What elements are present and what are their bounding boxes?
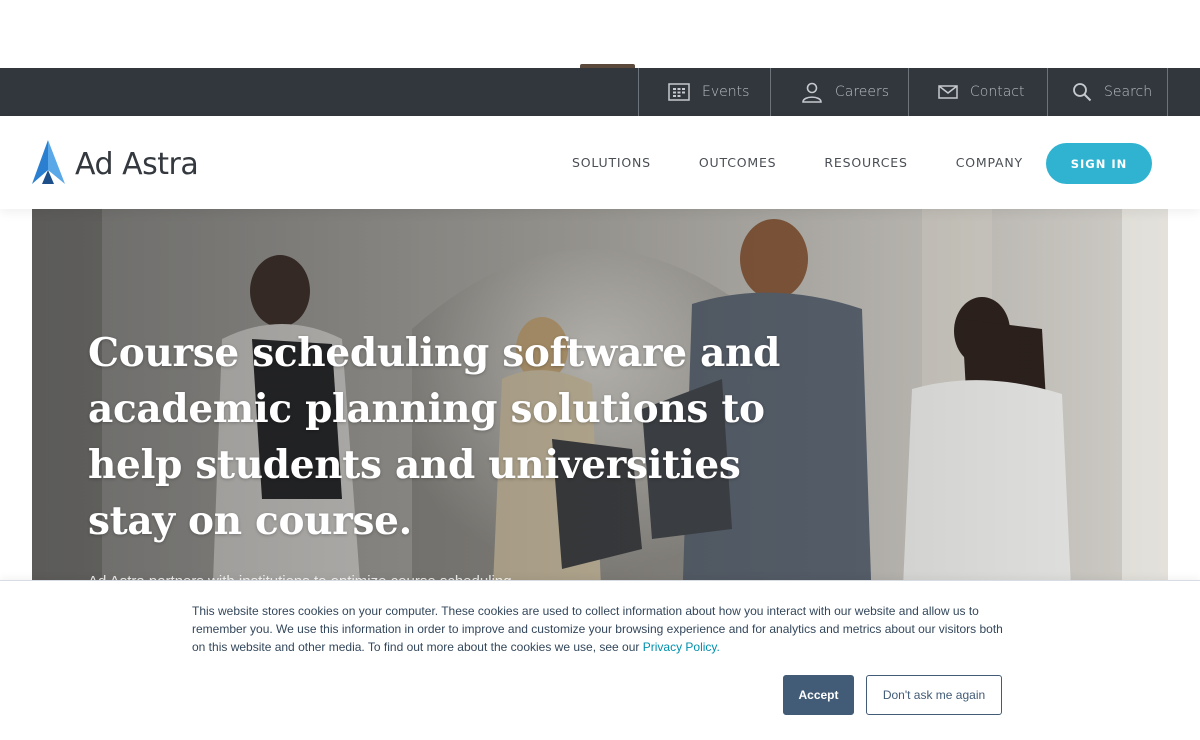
accept-cookies-button[interactable]: Accept [783,675,854,715]
logo-text: Ad Astra [75,147,199,182]
utility-link-label: Events [702,84,750,100]
utility-nav: Events Careers Contact Search [638,68,1168,116]
decline-cookies-button[interactable]: Don't ask me again [866,675,1002,715]
utility-bar: Events Careers Contact Search [0,68,1200,116]
search-icon [1072,82,1092,102]
utility-link-events[interactable]: Events [638,68,770,116]
main-header: Ad Astra SOLUTIONS OUTCOMES RESOURCES CO… [0,116,1200,209]
nav-company[interactable]: COMPANY [956,155,1023,170]
utility-link-label: Contact [970,84,1025,100]
utility-link-label: Search [1104,84,1153,100]
cookie-message: This website stores cookies on your comp… [192,602,1010,656]
person-icon [801,81,823,103]
cookie-banner: This website stores cookies on your comp… [0,580,1200,740]
page: Events Careers Contact Search Ad Astra S… [0,0,1200,740]
utility-link-search[interactable]: Search [1047,68,1168,116]
envelope-icon [938,84,958,100]
nav-resources[interactable]: RESOURCES [824,155,907,170]
nav-outcomes[interactable]: OUTCOMES [699,155,776,170]
privacy-policy-link[interactable]: Privacy Policy. [643,640,720,654]
nav-solutions[interactable]: SOLUTIONS [572,155,651,170]
utility-link-careers[interactable]: Careers [770,68,908,116]
hero-heading: Course scheduling software and academic … [88,330,781,544]
hero-banner: Course scheduling software and academic … [32,209,1168,609]
logo[interactable]: Ad Astra [32,140,199,189]
utility-link-contact[interactable]: Contact [908,68,1047,116]
cookie-message-text: This website stores cookies on your comp… [192,604,1003,654]
ad-astra-logo-icon [32,140,66,189]
calendar-icon [668,83,690,101]
utility-link-label: Careers [835,84,890,100]
sign-in-button[interactable]: SIGN IN [1046,143,1152,184]
primary-nav: SOLUTIONS OUTCOMES RESOURCES COMPANY [572,116,1071,209]
